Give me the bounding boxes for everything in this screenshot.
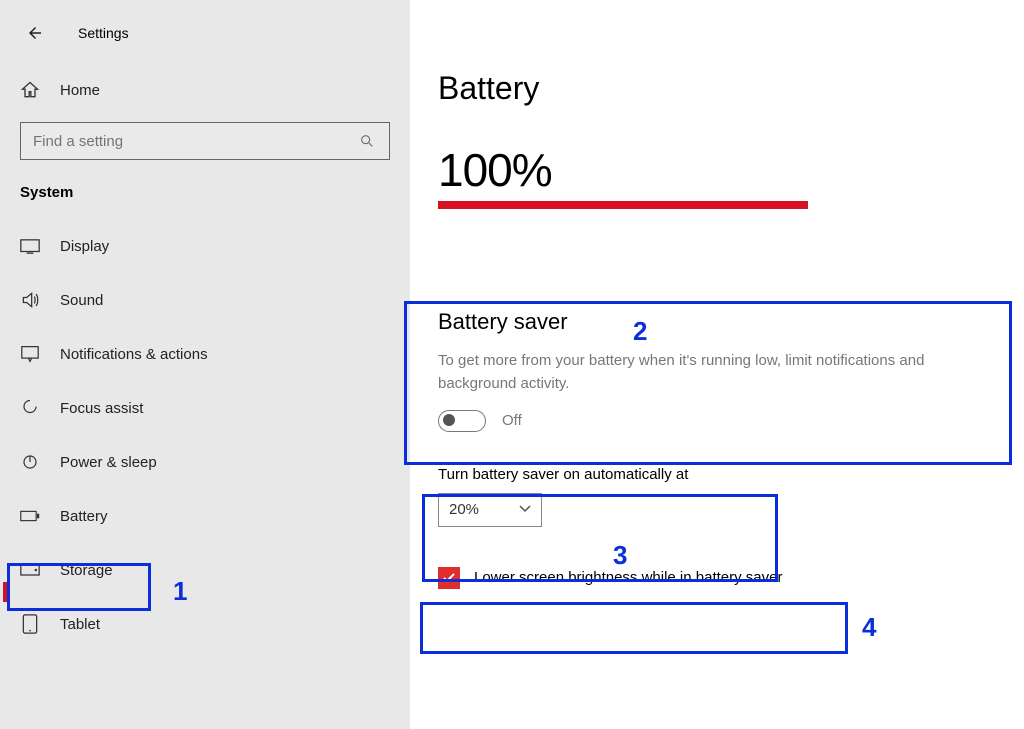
auto-on-label: Turn battery saver on automatically at	[438, 466, 996, 483]
battery-saver-toggle[interactable]	[438, 410, 486, 432]
sidebar-item-notifications[interactable]: Notifications & actions	[0, 327, 410, 381]
storage-icon	[20, 560, 40, 580]
battery-saver-description: To get more from your battery when it's …	[438, 349, 996, 396]
sidebar-item-label: Power & sleep	[60, 454, 157, 471]
window-title: Settings	[78, 25, 129, 41]
search-input[interactable]	[33, 133, 343, 150]
battery-bar-highlight	[438, 201, 808, 209]
home-icon	[20, 80, 40, 100]
battery-level: 100%	[438, 143, 996, 209]
sidebar-home[interactable]: Home	[0, 68, 410, 122]
annotation-highlight	[3, 582, 9, 602]
brightness-checkbox-row[interactable]: Lower screen brightness while in battery…	[438, 567, 996, 589]
auto-on-value: 20%	[449, 501, 479, 518]
back-icon[interactable]	[20, 18, 50, 48]
brightness-checkbox[interactable]	[438, 567, 460, 589]
sidebar-item-label: Focus assist	[60, 400, 143, 417]
sidebar-category-heading: System	[0, 184, 410, 219]
page-title: Battery	[438, 70, 996, 107]
auto-on-dropdown[interactable]: 20%	[438, 493, 542, 527]
sidebar-item-label: Sound	[60, 292, 103, 309]
battery-saver-toggle-label: Off	[502, 412, 522, 429]
tablet-icon	[20, 614, 40, 634]
main-content: Battery 100% Battery saver To get more f…	[410, 0, 1024, 729]
battery-saver-heading: Battery saver	[438, 309, 996, 335]
brightness-checkbox-label: Lower screen brightness while in battery…	[474, 569, 782, 586]
display-icon	[20, 236, 40, 256]
sidebar-item-focus-assist[interactable]: Focus assist	[0, 381, 410, 435]
battery-saver-section: Battery saver To get more from your batt…	[438, 309, 996, 432]
search-icon	[357, 131, 377, 151]
chevron-down-icon	[519, 501, 531, 518]
search-box[interactable]	[20, 122, 390, 160]
sidebar-item-label: Battery	[60, 508, 108, 525]
sidebar-item-storage[interactable]: Storage	[0, 543, 410, 597]
sound-icon	[20, 290, 40, 310]
sidebar-item-tablet[interactable]: Tablet	[0, 597, 410, 651]
sidebar-item-power-sleep[interactable]: Power & sleep	[0, 435, 410, 489]
notifications-icon	[20, 344, 40, 364]
sidebar-home-label: Home	[60, 82, 100, 99]
battery-percent-value: 100%	[438, 143, 996, 197]
sidebar-item-label: Display	[60, 238, 109, 255]
sidebar-item-sound[interactable]: Sound	[0, 273, 410, 327]
sidebar-item-label: Notifications & actions	[60, 346, 208, 363]
auto-on-section: Turn battery saver on automatically at 2…	[438, 466, 996, 527]
settings-sidebar: Settings Home System Display Sound Notif…	[0, 0, 410, 729]
sidebar-item-label: Tablet	[60, 616, 100, 633]
focus-assist-icon	[20, 398, 40, 418]
sidebar-item-label: Storage	[60, 562, 113, 579]
power-icon	[20, 452, 40, 472]
sidebar-item-display[interactable]: Display	[0, 219, 410, 273]
top-bar: Settings	[0, 12, 410, 68]
sidebar-item-battery[interactable]: Battery	[0, 489, 410, 543]
battery-icon	[20, 506, 40, 526]
